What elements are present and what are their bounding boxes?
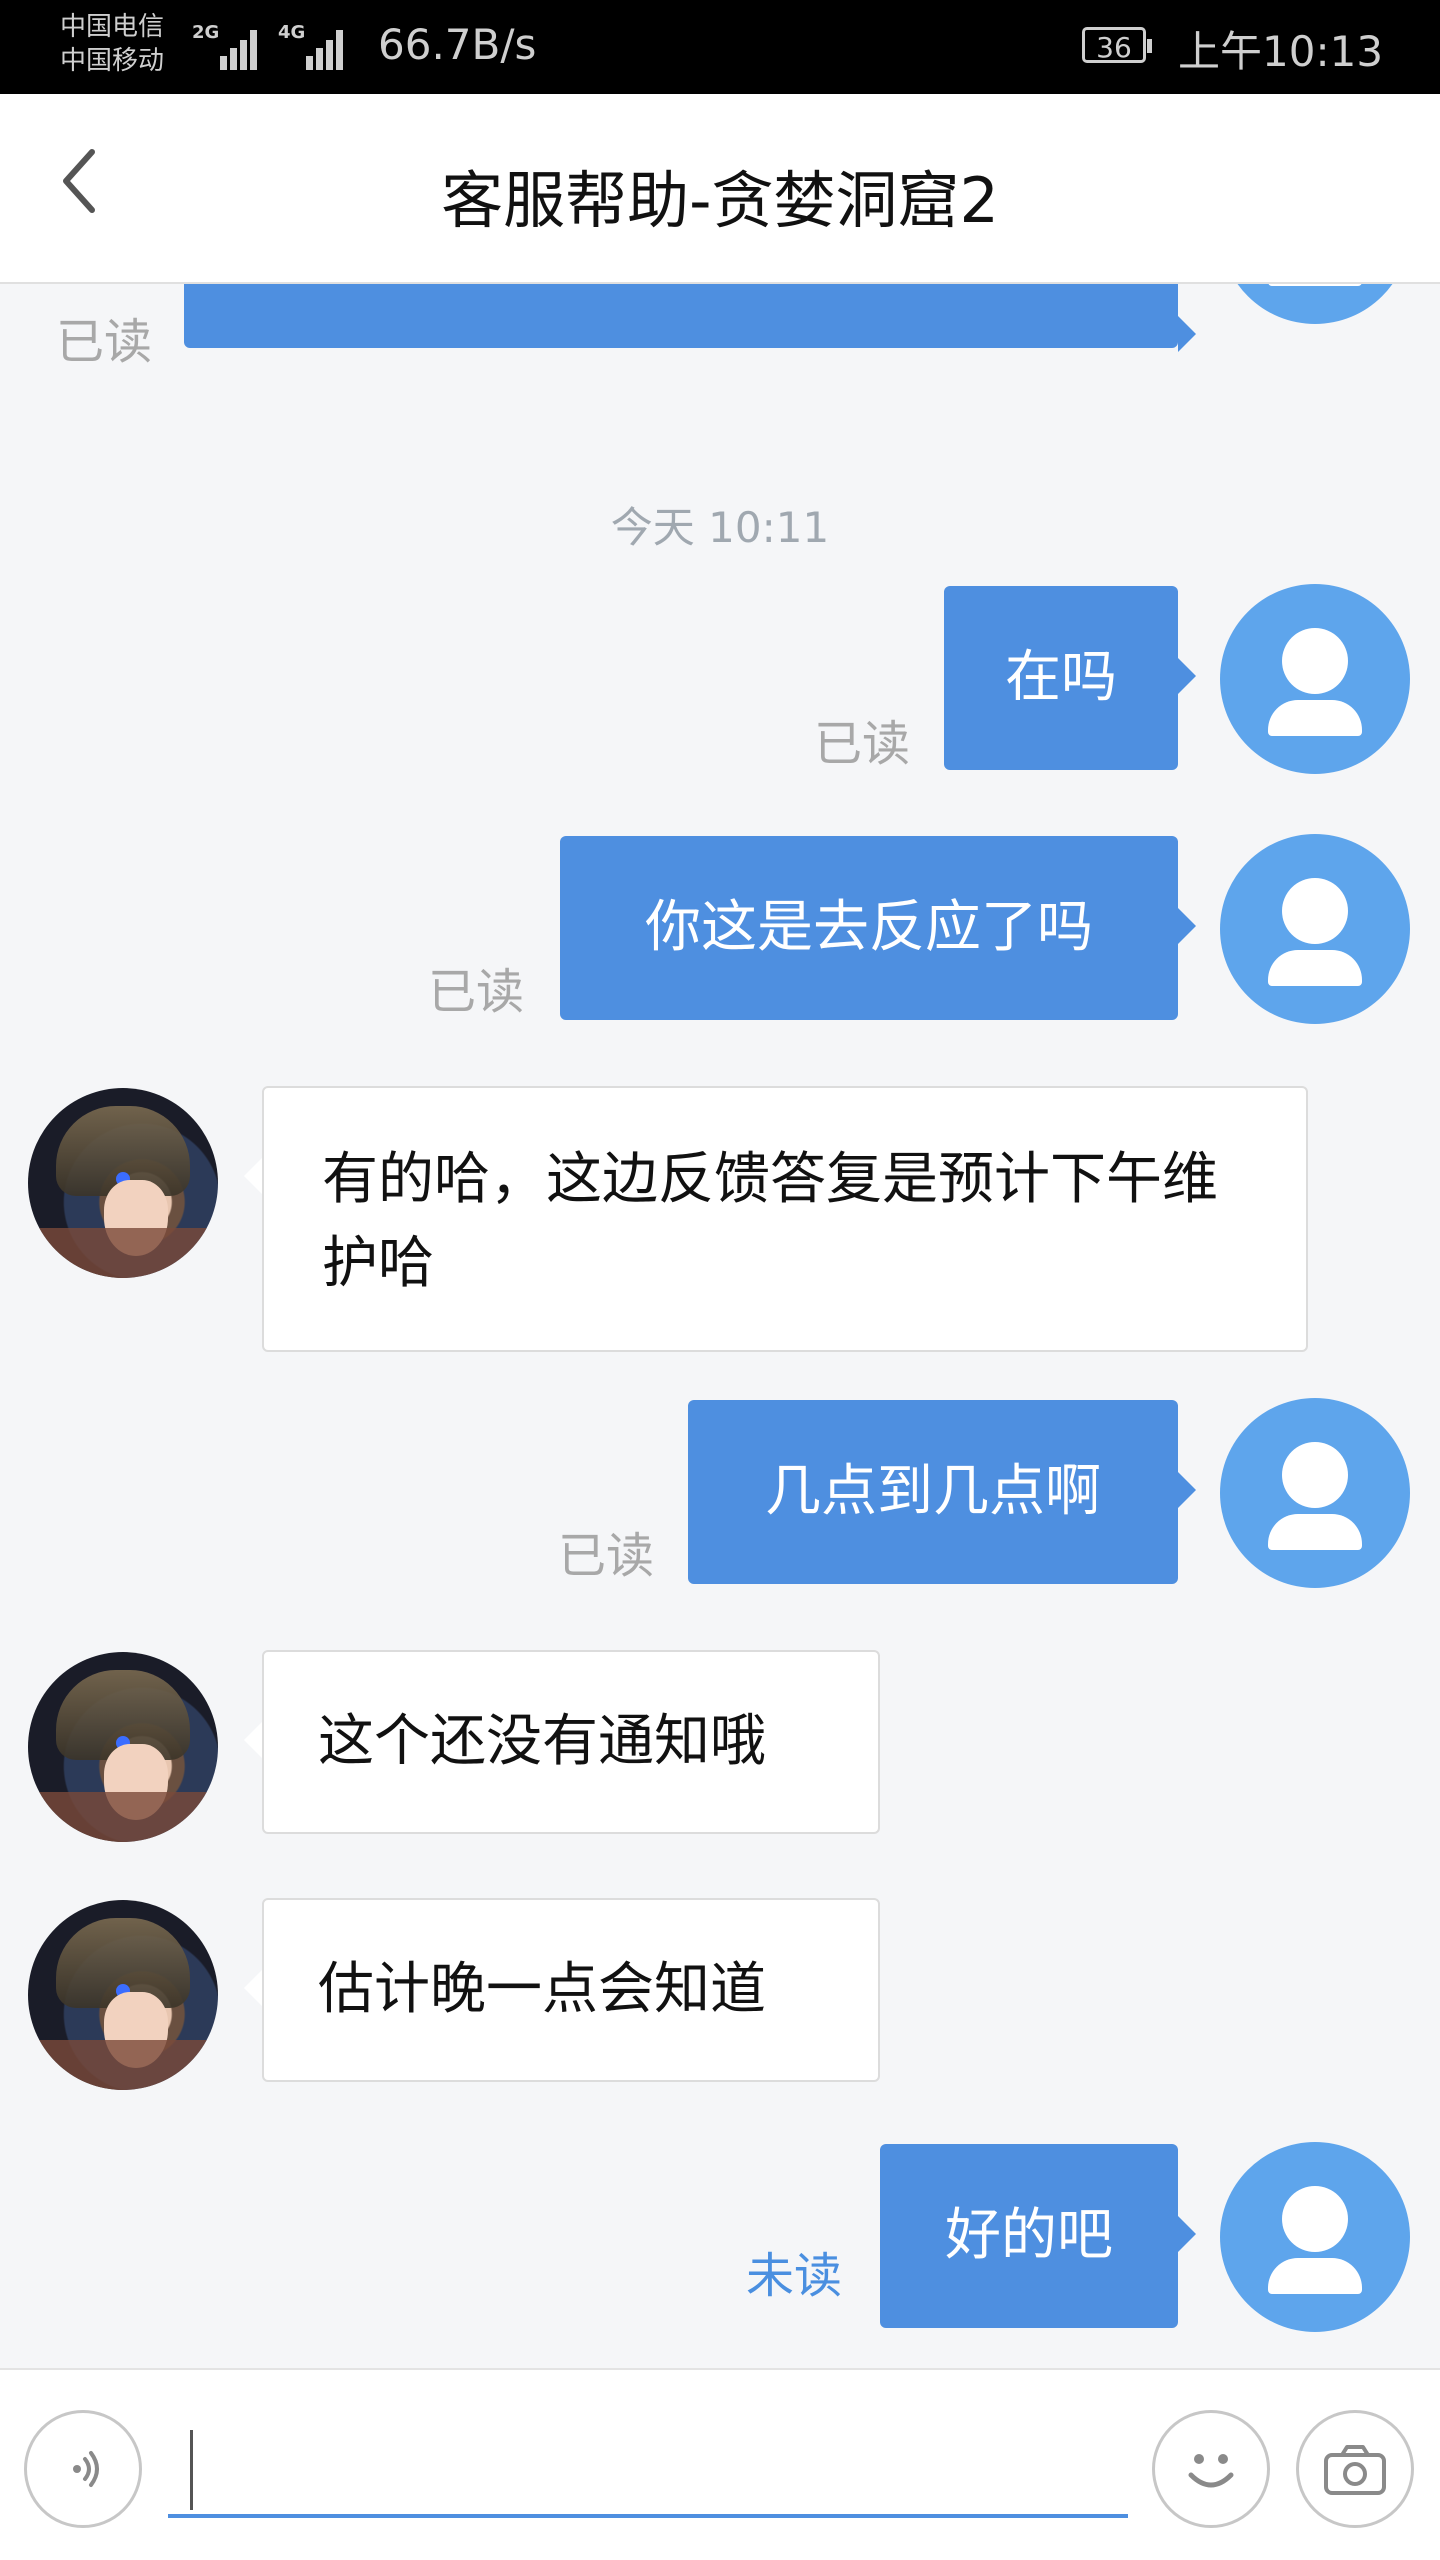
camera-icon [1324,2445,1386,2495]
smiley-icon [1188,2454,1234,2488]
read-status: 已读 [56,314,153,370]
message-bubble-incoming[interactable]: 估计晚一点会知道 [244,1898,880,2082]
input-bar [0,2368,1440,2560]
voice-icon [73,2451,99,2487]
user-avatar[interactable] [1220,834,1410,1024]
agent-avatar[interactable] [28,1652,218,1842]
carrier-1: 中国电信 [60,12,165,42]
read-status: 已读 [428,964,525,1020]
message-bubble-outgoing[interactable] [184,284,1196,352]
message-bubble-outgoing[interactable]: 你这是去反应了吗 [560,836,1196,1020]
battery-icon: 36 [1082,27,1152,64]
user-avatar[interactable] [1220,584,1410,774]
text-cursor [190,2430,193,2510]
page-title: 客服帮助-贪婪洞窟2 [441,164,999,237]
emoji-button[interactable] [1152,2410,1270,2528]
user-avatar[interactable] [1220,2142,1410,2332]
camera-button[interactable] [1296,2410,1414,2528]
message-bubble-incoming[interactable]: 有的哈，这边反馈答复是预计下午维护哈 [244,1086,1308,1352]
network-speed: 66.7B/s [378,20,537,69]
agent-avatar[interactable] [28,1088,218,1278]
carrier-2: 中国移动 [60,46,165,76]
read-status: 已读 [814,716,911,772]
message-bubble-outgoing[interactable]: 在吗 [944,586,1196,770]
header: 客服帮助-贪婪洞窟2 [0,94,1440,284]
carrier-names: 中国电信 中国移动 [60,10,164,78]
message-input[interactable] [168,2398,1128,2518]
message-bubble-outgoing[interactable]: 好的吧 [880,2144,1196,2328]
status-bar: 中国电信 中国移动 2G 4G 66.7B/s 36 上午10:13 [0,0,1440,94]
signal-1-icon: 2G [192,22,262,70]
read-status: 已读 [558,1528,655,1584]
user-avatar[interactable] [1220,1398,1410,1588]
unread-status: 未读 [746,2248,843,2304]
chat-timestamp: 今天 10:11 [610,503,830,552]
message-bubble-incoming[interactable]: 这个还没有通知哦 [244,1650,880,1834]
message-bubble-outgoing[interactable]: 几点到几点啊 [688,1400,1196,1584]
agent-avatar[interactable] [28,1900,218,2090]
voice-button[interactable] [24,2410,142,2528]
signal-2-icon: 4G [278,22,348,70]
clock: 上午10:13 [1178,27,1384,76]
chat-list[interactable]: 已读 今天 10:11 已读 在吗 已读 你这是去反应了吗 有的哈，这边反馈答复… [0,284,1440,2368]
user-avatar[interactable] [1220,284,1410,324]
